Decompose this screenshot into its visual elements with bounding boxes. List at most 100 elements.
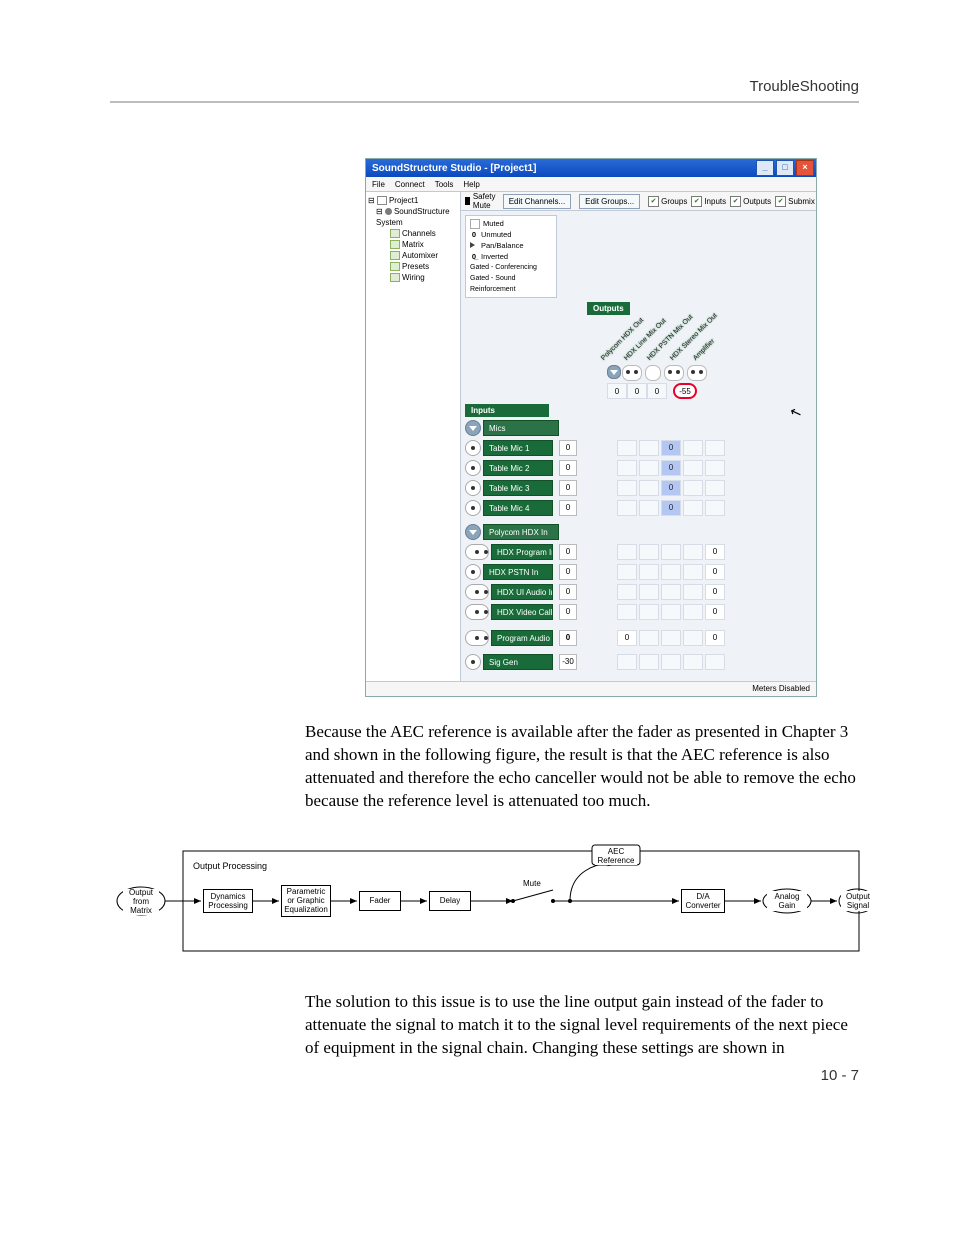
fader-value[interactable]: 0 xyxy=(559,584,577,600)
mono-toggle[interactable] xyxy=(465,654,481,670)
matrix-cell[interactable] xyxy=(639,544,659,560)
matrix-cell[interactable] xyxy=(639,604,659,620)
matrix-cell[interactable] xyxy=(639,654,659,670)
matrix-crosspoint[interactable]: 0 xyxy=(705,544,725,560)
safety-mute[interactable]: Safety Mute xyxy=(465,192,499,210)
title-bar[interactable]: SoundStructure Studio - [Project1] _ □ × xyxy=(366,159,816,177)
fader-value[interactable]: 0 xyxy=(559,500,577,516)
group-toggle-icon[interactable] xyxy=(465,420,481,436)
mono-toggle[interactable] xyxy=(465,564,481,580)
matrix-crosspoint[interactable]: 0 xyxy=(705,584,725,600)
channel-name[interactable]: Sig Gen xyxy=(483,654,553,670)
matrix-cell[interactable] xyxy=(617,440,637,456)
channel-name[interactable]: Program Audio xyxy=(491,630,553,646)
matrix-cell[interactable] xyxy=(639,440,659,456)
matrix-crosspoint[interactable]: 0 xyxy=(661,480,681,496)
channel-name[interactable]: Table Mic 4 xyxy=(483,500,553,516)
outputs-checkbox[interactable]: Outputs xyxy=(730,196,771,207)
edit-groups-button[interactable]: Edit Groups... xyxy=(579,194,640,209)
matrix-cell[interactable] xyxy=(661,654,681,670)
matrix-cell[interactable] xyxy=(639,630,659,646)
mono-toggle[interactable] xyxy=(645,365,661,381)
matrix-cell[interactable] xyxy=(683,584,703,600)
menu-tools[interactable]: Tools xyxy=(435,180,454,189)
tree-system[interactable]: ⊟ SoundStructure System xyxy=(376,206,458,228)
tree-matrix[interactable]: Matrix xyxy=(390,239,458,250)
tree-channels[interactable]: Channels xyxy=(390,228,458,239)
fader-value[interactable]: 0 xyxy=(559,604,577,620)
matrix-cell[interactable] xyxy=(683,440,703,456)
maximize-icon[interactable]: □ xyxy=(776,160,794,176)
matrix-cell[interactable] xyxy=(661,544,681,560)
fader-value[interactable]: 0 xyxy=(559,630,577,646)
group-row-hdx[interactable]: Polycom HDX In xyxy=(465,523,816,541)
matrix-cell[interactable] xyxy=(683,604,703,620)
channel-name[interactable]: Table Mic 3 xyxy=(483,480,553,496)
stereo-toggle[interactable] xyxy=(664,365,684,381)
matrix-crosspoint[interactable]: 0 xyxy=(661,440,681,456)
edit-channels-button[interactable]: Edit Channels... xyxy=(503,194,571,209)
matrix-cell[interactable] xyxy=(617,500,637,516)
matrix-crosspoint[interactable]: 0 xyxy=(705,604,725,620)
tree-automixer[interactable]: Automixer xyxy=(390,250,458,261)
matrix-cell[interactable] xyxy=(661,584,681,600)
tree-wiring[interactable]: Wiring xyxy=(390,272,458,283)
matrix-cell[interactable] xyxy=(661,604,681,620)
inputs-checkbox[interactable]: Inputs xyxy=(691,196,726,207)
matrix-cell[interactable] xyxy=(617,480,637,496)
matrix-cell[interactable] xyxy=(617,460,637,476)
channel-name[interactable]: Table Mic 1 xyxy=(483,440,553,456)
matrix-cell[interactable] xyxy=(683,544,703,560)
matrix-crosspoint[interactable]: 0 xyxy=(617,630,637,646)
matrix-cell[interactable] xyxy=(639,480,659,496)
channel-name[interactable]: HDX Program In xyxy=(491,544,553,560)
submix-checkbox[interactable]: Submix xyxy=(775,196,815,207)
fader-value[interactable]: -30 xyxy=(559,654,577,670)
matrix-cell[interactable] xyxy=(683,460,703,476)
fader-value[interactable]: 0 xyxy=(559,480,577,496)
matrix-cell[interactable] xyxy=(617,604,637,620)
groups-checkbox[interactable]: Groups xyxy=(648,196,687,207)
tree-presets[interactable]: Presets xyxy=(390,261,458,272)
output-value-highlighted[interactable]: -55 xyxy=(673,383,697,399)
matrix-crosspoint[interactable]: 0 xyxy=(705,630,725,646)
output-group-toggle[interactable] xyxy=(607,365,621,379)
fader-value[interactable]: 0 xyxy=(559,544,577,560)
matrix-cell[interactable] xyxy=(705,480,725,496)
matrix-cell[interactable] xyxy=(661,630,681,646)
stereo-toggle[interactable] xyxy=(622,365,642,381)
mono-toggle[interactable] xyxy=(465,480,481,496)
matrix-cell[interactable] xyxy=(639,564,659,580)
matrix-cell[interactable] xyxy=(617,544,637,560)
matrix-cell[interactable] xyxy=(683,564,703,580)
fader-value[interactable]: 0 xyxy=(559,564,577,580)
matrix-cell[interactable] xyxy=(705,460,725,476)
group-row-mics[interactable]: Mics xyxy=(465,419,816,437)
channel-name[interactable]: Table Mic 2 xyxy=(483,460,553,476)
matrix-cell[interactable] xyxy=(683,500,703,516)
matrix-crosspoint[interactable]: 0 xyxy=(705,564,725,580)
stereo-toggle[interactable] xyxy=(687,365,707,381)
matrix-cell[interactable] xyxy=(617,654,637,670)
minimize-icon[interactable]: _ xyxy=(756,160,774,176)
matrix-cell[interactable] xyxy=(639,584,659,600)
fader-value[interactable]: 0 xyxy=(559,440,577,456)
group-toggle-icon[interactable] xyxy=(465,524,481,540)
output-value[interactable]: 0 xyxy=(627,383,647,399)
mono-toggle[interactable] xyxy=(465,460,481,476)
matrix-cell[interactable] xyxy=(639,500,659,516)
stereo-toggle[interactable] xyxy=(465,604,489,620)
matrix-cell[interactable] xyxy=(661,564,681,580)
matrix-cell[interactable] xyxy=(639,460,659,476)
matrix-crosspoint[interactable]: 0 xyxy=(661,500,681,516)
matrix-crosspoint[interactable]: 0 xyxy=(661,460,681,476)
output-value[interactable]: 0 xyxy=(647,383,667,399)
close-icon[interactable]: × xyxy=(796,160,814,176)
channel-name[interactable]: HDX UI Audio In xyxy=(491,584,553,600)
channel-name[interactable]: HDX Video Call In xyxy=(491,604,553,620)
tree-root[interactable]: ⊟ Project1 xyxy=(368,195,458,206)
stereo-toggle[interactable] xyxy=(465,630,489,646)
stereo-toggle[interactable] xyxy=(465,584,489,600)
mono-toggle[interactable] xyxy=(465,440,481,456)
channel-name[interactable]: HDX PSTN In xyxy=(483,564,553,580)
